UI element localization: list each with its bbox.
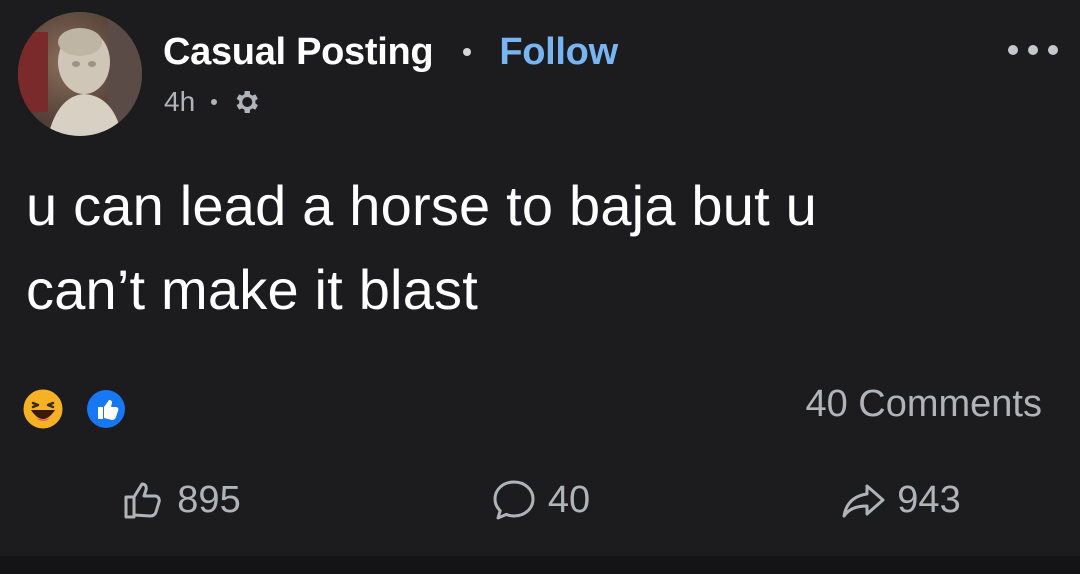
post-card: Casual Posting Follow 4h u can lead a ho… [0, 0, 1080, 574]
like-badge-icon [87, 390, 125, 428]
like-count: 895 [177, 478, 241, 521]
comment-button[interactable]: 40 [360, 448, 720, 552]
haha-icon [22, 388, 64, 430]
avatar[interactable] [18, 12, 142, 136]
ellipsis-icon[interactable] [1008, 38, 1058, 62]
divider [0, 556, 1080, 574]
post-timestamp[interactable]: 4h [164, 86, 195, 118]
share-button[interactable]: 943 [720, 448, 1080, 552]
reaction-summary[interactable] [22, 388, 125, 430]
more-dot [1028, 45, 1038, 55]
follow-button[interactable]: Follow [499, 31, 618, 74]
comment-bubble-icon [493, 480, 535, 520]
post-text-line: can’t make it blast [26, 258, 478, 321]
author-row: Casual Posting Follow [163, 28, 618, 76]
action-bar: 895 40 943 [0, 448, 1080, 552]
post-text: u can lead a horse to baja but u can’t m… [26, 164, 1026, 332]
comments-count-link[interactable]: 40 Comments [805, 383, 1042, 426]
share-count: 943 [897, 478, 961, 521]
share-arrow-icon [842, 484, 885, 518]
thumbs-up-icon [124, 482, 162, 519]
separator-dot [211, 99, 218, 105]
post-text-line: u can lead a horse to baja but u [26, 174, 817, 237]
gear-icon[interactable] [231, 87, 261, 117]
separator-dot [463, 48, 472, 56]
comment-count: 40 [547, 478, 591, 521]
post-meta: 4h [164, 84, 261, 120]
like-button[interactable]: 895 [0, 448, 360, 552]
more-dot [1048, 45, 1058, 55]
more-dot [1008, 45, 1018, 55]
author-name[interactable]: Casual Posting [163, 31, 434, 74]
